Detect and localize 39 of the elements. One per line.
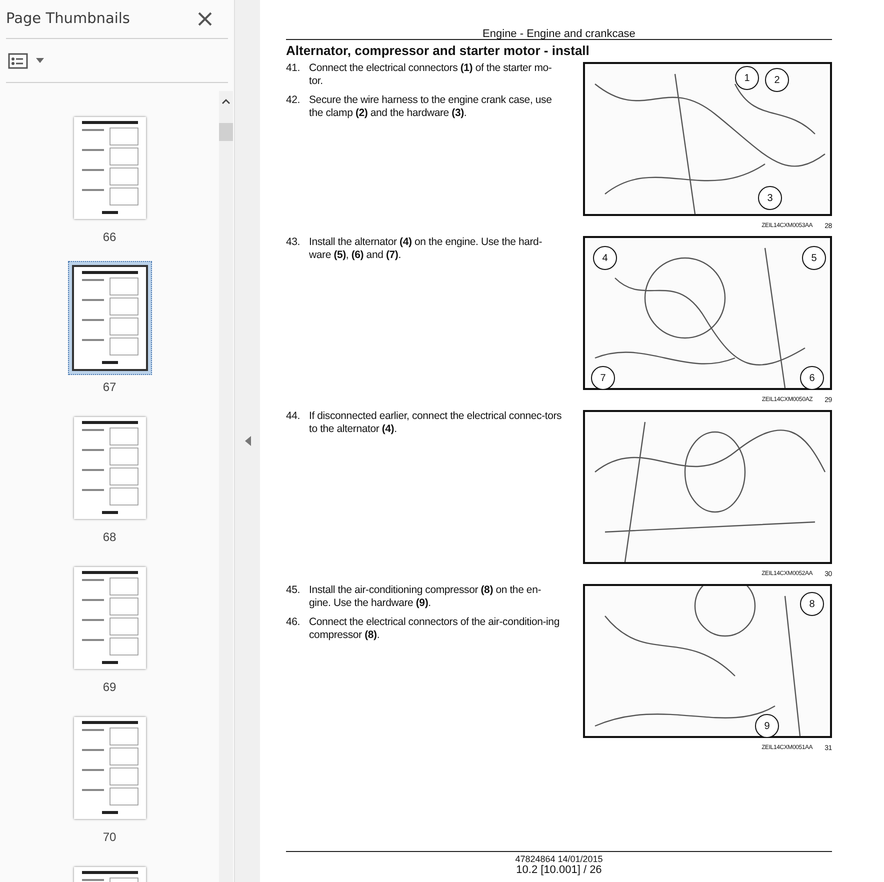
step-text: Secure the wire harness to the engine crank case, use the clamp (2) and the hardware (3).: [309, 94, 553, 120]
page-number: 69: [102, 680, 116, 694]
page-reference: 10.2 [10.001] / 26: [516, 864, 602, 876]
page-number: 70: [102, 830, 116, 844]
callout-label: 9: [755, 714, 779, 738]
section-title: Alternator, compressor and starter motor - install: [286, 43, 590, 58]
close-icon[interactable]: [198, 12, 212, 26]
scroll-up-icon[interactable]: [222, 98, 230, 104]
callout-label: 2: [765, 68, 789, 92]
step-text: Connect the electrical connectors (1) of the starter mo-tor.: [309, 62, 553, 88]
step-number: 46.: [286, 616, 301, 630]
collapse-arrow-icon[interactable]: [244, 436, 250, 446]
scrollbar-thumb[interactable]: [219, 123, 233, 141]
page-number: 68: [102, 530, 116, 544]
step-number: 43.: [286, 236, 301, 250]
page-header: Engine - Engine and crankcase: [286, 0, 832, 40]
step-text: Connect the electrical connectors of the air-condition-ing compressor (8).: [309, 616, 560, 642]
panel-title: Page Thumbnails: [6, 11, 130, 27]
step-text: Install the alternator (4) on the engine. Use the hard-ware (5), (6) and (7).: [309, 236, 543, 262]
options-button[interactable]: [6, 52, 46, 68]
callout-label: 5: [802, 246, 826, 270]
step-number: 41.: [286, 62, 301, 76]
step-number: 44.: [286, 410, 301, 424]
caret-icon: [36, 58, 44, 63]
document-info: 47824864 14/01/2015: [515, 854, 603, 864]
step-text: If disconnected earlier, connect the electrical connec-tors to the alternator (4).: [309, 410, 562, 436]
callout-label: 1: [735, 66, 759, 90]
callout-label: 6: [800, 366, 824, 390]
callout-label: 4: [593, 246, 617, 270]
page-number: 67: [102, 380, 116, 394]
step-number: 45.: [286, 584, 301, 598]
step-text: Install the air-conditioning compressor (8) on the en-gine. Use the hardware (9).: [309, 584, 542, 610]
callout-label: 3: [758, 186, 782, 210]
page-number: 66: [102, 230, 116, 244]
callout-label: 7: [591, 366, 615, 390]
step-number: 42.: [286, 94, 301, 108]
page-thumbnail[interactable]: [68, 261, 152, 375]
list-icon: [8, 52, 28, 68]
callout-label: 8: [800, 592, 824, 616]
